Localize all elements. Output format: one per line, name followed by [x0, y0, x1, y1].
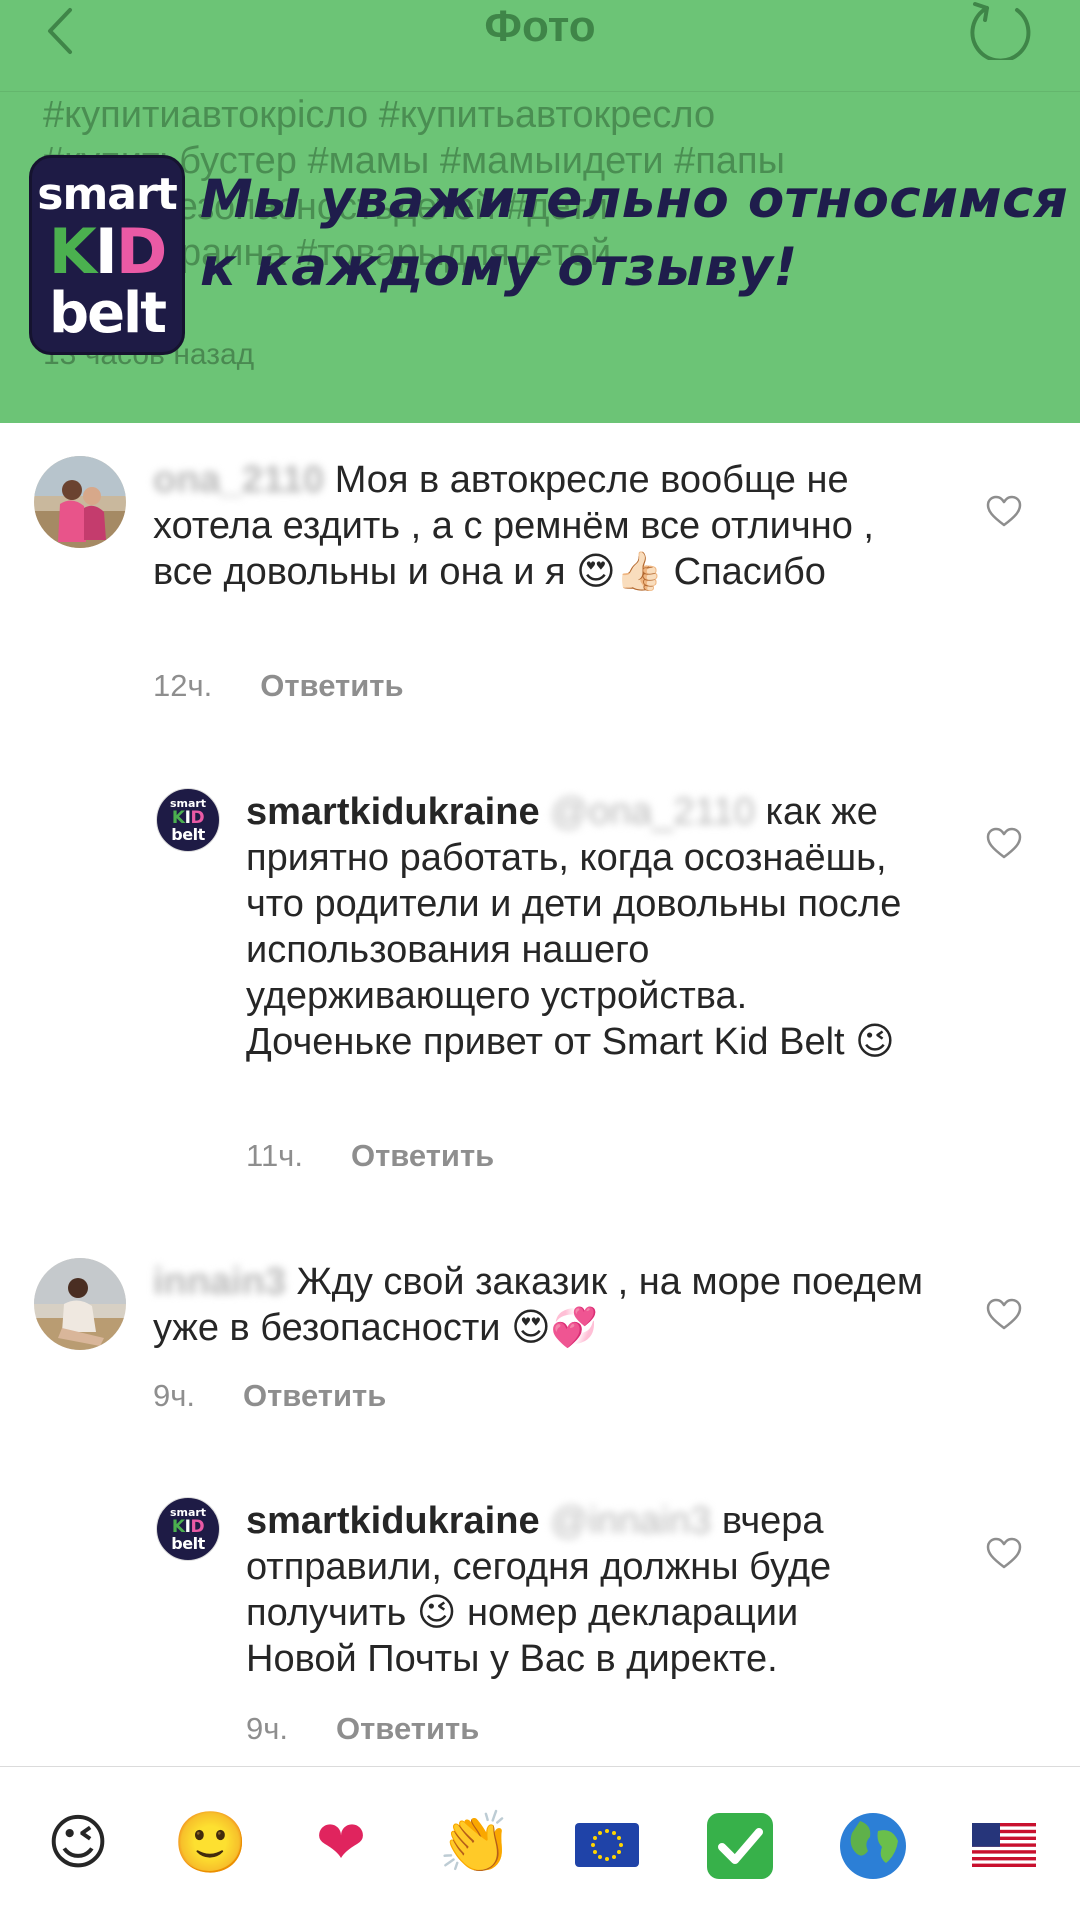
- promo-headline: Мы уважительно относимся к каждому отзыв…: [200, 169, 1069, 298]
- clap-emoji[interactable]: 👏: [438, 1807, 513, 1879]
- comment-username[interactable]: smartkidukraine: [246, 791, 540, 833]
- logo-word-kid: KID: [48, 215, 168, 288]
- comment-time: 9ч.: [153, 1378, 196, 1413]
- emoji-reaction-bar: 😉 🙂 ❤ 👏: [0, 1766, 1080, 1920]
- avatar[interactable]: [34, 456, 126, 548]
- comment-time: 11ч.: [246, 1138, 303, 1173]
- post-time: 13 часов назад: [43, 338, 255, 371]
- comment-meta: 9ч. Ответить: [153, 1378, 386, 1414]
- comment-text: ona_2110 Моя в автокресле вообще не хоте…: [153, 457, 933, 595]
- comment-meta: 9ч. Ответить: [246, 1711, 479, 1747]
- reply-button[interactable]: Ответить: [243, 1378, 386, 1413]
- page-title: Фото: [484, 2, 596, 51]
- like-heart-icon[interactable]: [986, 1298, 1022, 1330]
- check-emoji[interactable]: [705, 1811, 775, 1881]
- eu-flag-emoji[interactable]: [575, 1823, 639, 1867]
- smile-emoji[interactable]: 🙂: [173, 1807, 248, 1879]
- heart-emoji[interactable]: ❤: [305, 1807, 377, 1879]
- comment-meta: 12ч. Ответить: [153, 668, 404, 704]
- comment-text: smartkidukraine @innain3 вчера отправили…: [246, 1498, 906, 1682]
- globe-emoji[interactable]: [838, 1811, 908, 1881]
- comment-meta: 11ч. Ответить: [246, 1138, 494, 1174]
- comment-mention[interactable]: @innain3: [550, 1500, 711, 1542]
- reply-button[interactable]: Ответить: [336, 1711, 479, 1746]
- promo-header: Фото #купитиавтокрісло #купитьавтокресло…: [0, 0, 1080, 423]
- like-heart-icon[interactable]: [986, 827, 1022, 859]
- refresh-icon[interactable]: [965, 0, 1035, 60]
- comment-username[interactable]: ona_2110: [153, 459, 324, 501]
- comment-time: 12ч.: [153, 668, 213, 703]
- wink-emoji[interactable]: 😉: [42, 1807, 114, 1879]
- logo-word-smart: smart: [37, 169, 177, 220]
- comment-username[interactable]: smartkidukraine: [246, 1500, 540, 1542]
- smart-kid-belt-logo: smart KID belt: [29, 155, 185, 355]
- reply-button[interactable]: Ответить: [260, 668, 403, 703]
- reply-button[interactable]: Ответить: [351, 1138, 494, 1173]
- nav-bar: Фото: [0, 0, 1080, 92]
- comment-username[interactable]: innain3: [153, 1261, 286, 1303]
- like-heart-icon[interactable]: [986, 495, 1022, 527]
- comment-time: 9ч.: [246, 1711, 289, 1746]
- us-flag-emoji[interactable]: [972, 1823, 1036, 1867]
- like-heart-icon[interactable]: [986, 1537, 1022, 1569]
- brand-avatar[interactable]: smart KID belt: [156, 1497, 220, 1561]
- avatar[interactable]: [34, 1258, 126, 1350]
- logo-word-belt: belt: [48, 281, 167, 346]
- comment-text: innain3 Жду свой заказик , на море поеде…: [153, 1259, 933, 1351]
- comment-mention[interactable]: @ona_2110: [550, 791, 755, 833]
- comment-text: smartkidukraine @ona_2110 как же приятно…: [246, 789, 906, 1065]
- brand-avatar[interactable]: smart KID belt: [156, 788, 220, 852]
